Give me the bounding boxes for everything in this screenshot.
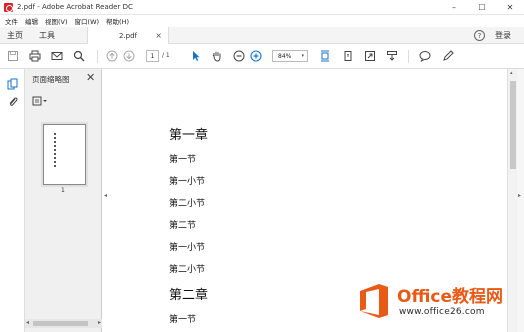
full-screen-icon[interactable] — [363, 49, 377, 63]
zoom-out-icon[interactable] — [232, 49, 246, 63]
office-logo-icon — [360, 284, 388, 318]
menu-window[interactable]: 窗口(W) — [75, 16, 100, 26]
page-thumbnail[interactable] — [43, 124, 86, 185]
page-thumbnails-icon[interactable] — [6, 77, 19, 90]
doc-heading-chapter: 第一章 — [169, 128, 209, 143]
fit-page-icon[interactable] — [318, 49, 332, 63]
search-icon[interactable] — [72, 49, 86, 63]
window-title: 2.pdf - Adobe Acrobat Reader DC — [17, 3, 133, 11]
watermark-url: www.office26.com — [399, 307, 485, 317]
toolbar-divider — [97, 50, 98, 63]
read-mode-icon[interactable] — [385, 49, 399, 63]
login-button[interactable]: 登录 — [495, 30, 511, 41]
doc-heading-subsection: 第一小节 — [169, 177, 206, 187]
thumbnail-horizontal-scrollbar[interactable]: ◂ ▸ — [25, 319, 102, 328]
help-icon[interactable]: ? — [474, 30, 485, 41]
chevron-down-icon: ▾ — [301, 53, 304, 59]
close-panel-icon[interactable]: ✕ — [86, 71, 95, 84]
doc-heading-subsection: 第二小节 — [169, 265, 206, 275]
expand-right-panel-icon[interactable]: ▸ — [518, 192, 521, 199]
zoom-in-icon[interactable] — [249, 49, 263, 63]
thumbnail-panel: 页面缩略图 ✕ 1 ◂ ▸ — [25, 69, 102, 332]
hand-tool-icon[interactable] — [210, 49, 224, 63]
left-rail — [0, 69, 25, 332]
thumbnail-options-button[interactable] — [32, 96, 48, 106]
tab-home[interactable]: 主页 — [7, 27, 23, 44]
doc-heading-subsection: 第一小节 — [169, 243, 206, 253]
toolbar: 1 / 1 84% ▾ — [0, 44, 524, 69]
attachment-icon[interactable] — [6, 95, 19, 108]
email-icon[interactable] — [50, 49, 64, 63]
maximize-button[interactable]: ☐ — [468, 0, 496, 15]
toolbar-divider — [408, 50, 409, 63]
tab-document-label: 2.pdf — [118, 31, 138, 40]
page-number-input[interactable]: 1 — [146, 50, 159, 62]
menu-view[interactable]: 视图(V) — [45, 16, 68, 26]
print-icon[interactable] — [28, 49, 42, 63]
doc-heading-chapter: 第二章 — [169, 288, 209, 303]
tab-tools[interactable]: 工具 — [39, 27, 55, 44]
doc-heading-section: 第二节 — [169, 221, 197, 231]
zoom-level-select[interactable]: 84% ▾ — [272, 50, 308, 62]
tab-bar: 主页 工具 2.pdf × ? 登录 — [0, 27, 524, 44]
scrollbar-thumb[interactable] — [33, 321, 88, 326]
scroll-up-icon[interactable]: ▴ — [510, 70, 513, 76]
thumbnail-text-preview — [54, 133, 57, 169]
tab-close-icon[interactable]: × — [155, 31, 162, 40]
window-controls: – ☐ ✕ — [440, 0, 524, 15]
close-window-button[interactable]: ✕ — [496, 0, 524, 15]
scroll-left-icon[interactable]: ◂ — [26, 319, 29, 326]
next-page-icon[interactable] — [122, 49, 136, 63]
thumbnail-page-number: 1 — [61, 187, 65, 194]
zoom-value: 84% — [278, 52, 292, 60]
rotate-page-icon[interactable] — [341, 49, 355, 63]
collapse-left-panel-icon[interactable]: ◂ — [104, 192, 107, 199]
comment-icon[interactable] — [418, 49, 432, 63]
pen-icon[interactable] — [441, 49, 455, 63]
scroll-right-icon[interactable]: ▸ — [98, 319, 101, 326]
doc-heading-subsection: 第二小节 — [169, 199, 206, 209]
doc-heading-section: 第一节 — [169, 315, 197, 325]
thumbnail-panel-title: 页面缩略图 — [32, 75, 70, 84]
save-icon[interactable] — [6, 49, 20, 63]
menu-edit[interactable]: 编辑 — [25, 16, 38, 26]
previous-page-icon[interactable] — [105, 49, 119, 63]
doc-heading-section: 第一节 — [169, 155, 197, 165]
page-total: / 1 — [162, 52, 170, 59]
scrollbar-thumb[interactable] — [510, 81, 516, 169]
acrobat-app-icon — [4, 2, 13, 12]
site-watermark: Office教程网 www.office26.com — [357, 278, 521, 328]
minimize-button[interactable]: – — [440, 0, 468, 15]
watermark-brand: Office教程网 — [397, 287, 504, 307]
menu-help[interactable]: 帮助(H) — [106, 16, 129, 26]
menu-file[interactable]: 文件 — [5, 16, 18, 26]
select-cursor-icon[interactable] — [189, 49, 203, 63]
tab-document[interactable]: 2.pdf × — [87, 27, 169, 44]
menu-bar: 文件 编辑 视图(V) 窗口(W) 帮助(H) — [0, 15, 524, 27]
title-bar: 2.pdf - Adobe Acrobat Reader DC – ☐ ✕ — [0, 0, 524, 15]
